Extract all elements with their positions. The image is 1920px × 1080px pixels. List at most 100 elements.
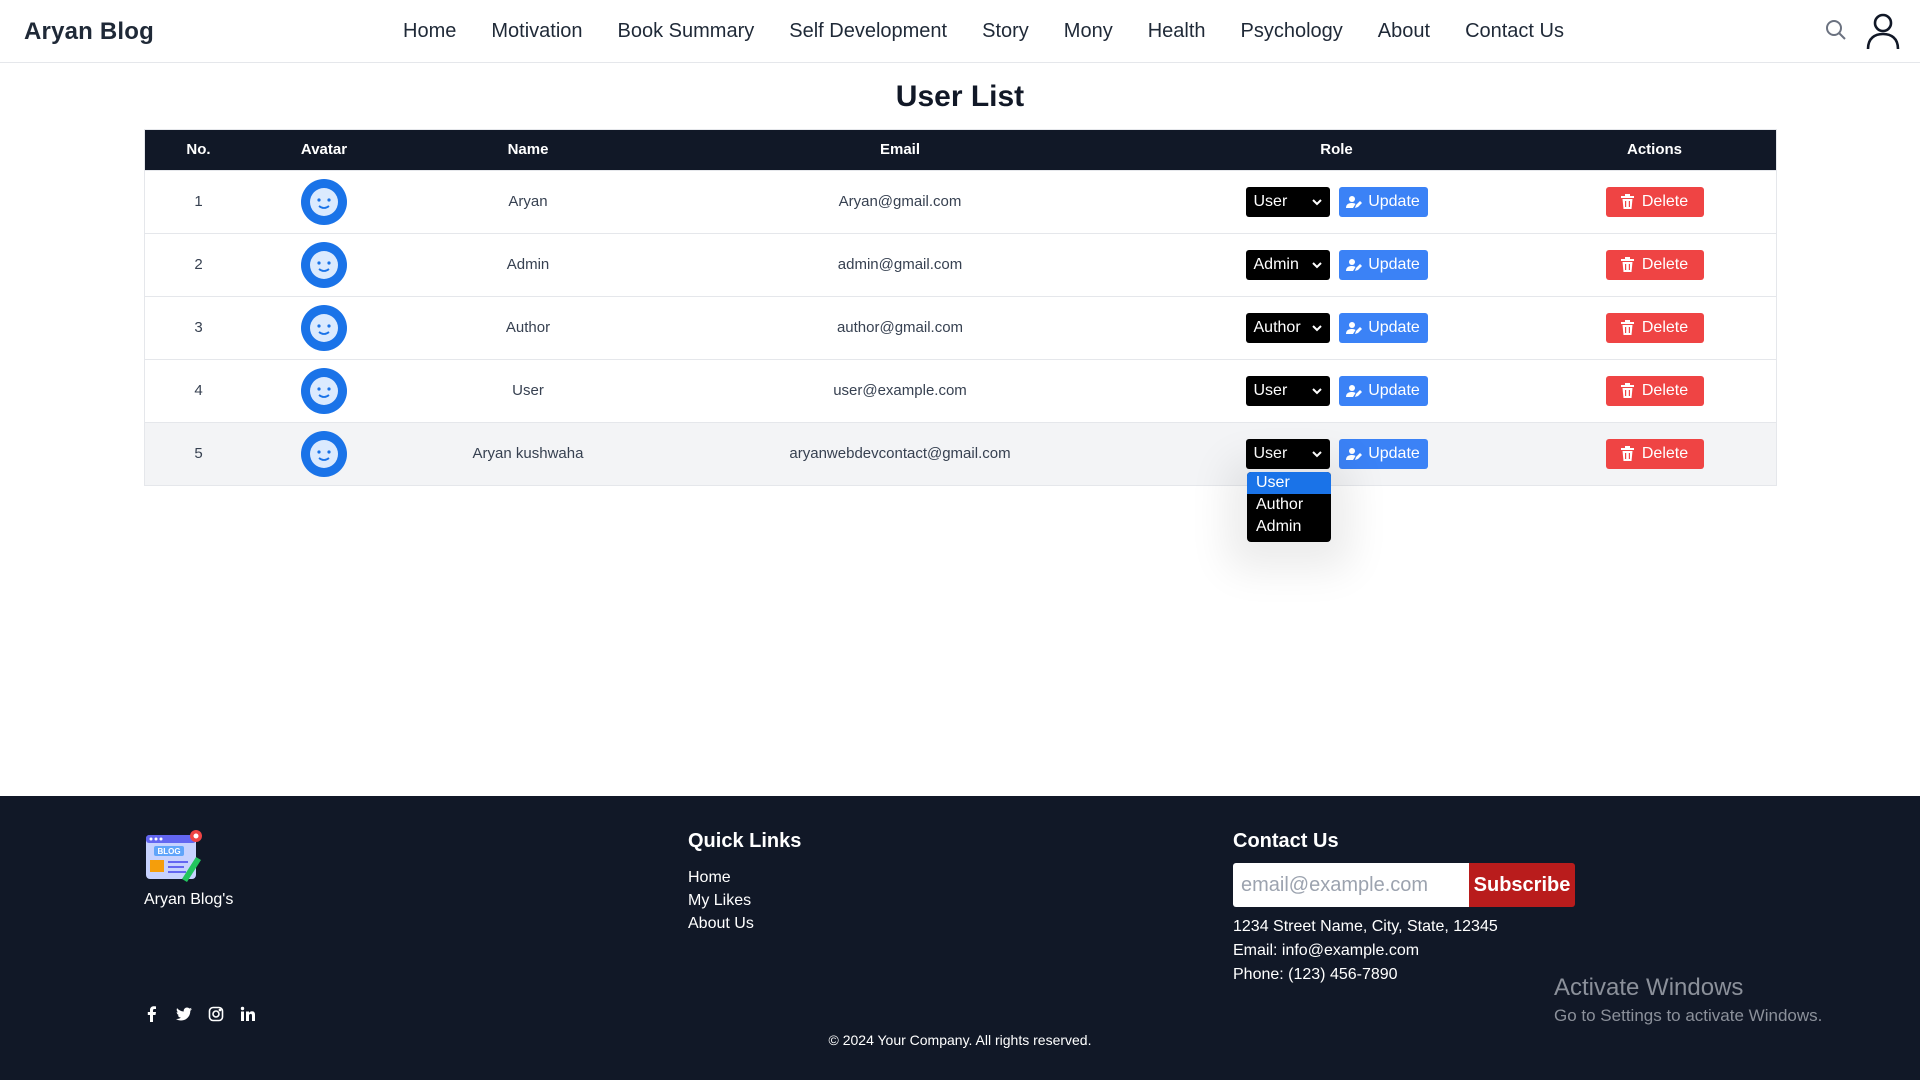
footer-link-my-likes[interactable]: My Likes [688, 889, 754, 912]
search-icon[interactable] [1824, 18, 1848, 42]
footer-link-home[interactable]: Home [688, 866, 754, 889]
delete-button[interactable]: Delete [1605, 375, 1704, 406]
footer-logo-text: Aryan Blog's [144, 891, 234, 908]
update-label: Update [1368, 255, 1420, 273]
role-dropdown-options: User Author Admin [1247, 472, 1331, 542]
nav-link-about[interactable]: About [1378, 20, 1430, 43]
chevron-down-icon [1311, 261, 1322, 268]
instagram-icon[interactable] [208, 1006, 224, 1022]
nav-link-health[interactable]: Health [1148, 20, 1206, 43]
blog-logo-icon: BLOG [146, 830, 202, 882]
facebook-icon[interactable] [144, 1006, 160, 1022]
trash-icon [1620, 446, 1634, 462]
user-email: Aryan@gmail.com [838, 193, 962, 210]
trash-icon [1620, 383, 1634, 398]
nav-link-book-summary[interactable]: Book Summary [618, 20, 755, 43]
header-role: Role [1320, 141, 1353, 159]
brand-logo-text[interactable]: Aryan Blog [24, 18, 154, 46]
contact-address: 1234 Street Name, City, State, 12345 [1233, 918, 1498, 935]
update-button[interactable]: Update [1338, 249, 1428, 280]
chevron-down-icon [1311, 387, 1322, 394]
update-button[interactable]: Update [1338, 312, 1428, 343]
header-actions: Actions [1626, 141, 1682, 159]
nav-link-contact-us[interactable]: Contact Us [1465, 20, 1564, 43]
role-select[interactable]: Admin [1245, 249, 1330, 280]
update-button[interactable]: Update [1338, 375, 1428, 406]
nav-link-home[interactable]: Home [403, 20, 456, 43]
user-edit-icon [1346, 195, 1363, 208]
avatar-icon [301, 367, 347, 414]
footer-link-about-us[interactable]: About Us [688, 912, 754, 935]
update-label: Update [1368, 381, 1420, 399]
role-option-author[interactable]: Author [1247, 494, 1331, 516]
table-row: 2 Admin admin@gmail.com Admin Update Del… [145, 233, 1776, 296]
row-number: 1 [194, 193, 203, 210]
delete-label: Delete [1641, 444, 1689, 462]
role-select[interactable]: User [1245, 186, 1330, 217]
windows-watermark-subtitle: Go to Settings to activate Windows. [1554, 1006, 1823, 1025]
update-label: Update [1368, 192, 1420, 210]
copyright-text: © 2024 Your Company. All rights reserved… [828, 1032, 1092, 1048]
user-edit-icon [1346, 258, 1363, 271]
twitter-icon[interactable] [176, 1006, 192, 1022]
contact-details: 1234 Street Name, City, State, 12345 Ema… [1233, 915, 1498, 987]
update-button[interactable]: Update [1338, 438, 1428, 469]
user-edit-icon [1346, 321, 1363, 334]
delete-button[interactable]: Delete [1605, 186, 1704, 217]
delete-label: Delete [1641, 255, 1689, 273]
user-edit-icon [1346, 384, 1363, 397]
avatar-icon [301, 178, 347, 225]
user-name: Aryan [508, 193, 548, 210]
subscribe-button[interactable]: Subscribe [1469, 863, 1575, 907]
nav-link-self-development[interactable]: Self Development [789, 20, 947, 43]
role-select-value: Admin [1253, 255, 1299, 273]
nav-link-mony[interactable]: Mony [1064, 20, 1113, 43]
windows-watermark-title: Activate Windows [1554, 974, 1744, 1001]
email-field[interactable]: email@example.com [1233, 863, 1469, 907]
row-number: 2 [194, 256, 203, 273]
user-edit-icon [1346, 447, 1363, 460]
role-select[interactable]: User [1245, 375, 1330, 406]
nav-link-psychology[interactable]: Psychology [1241, 20, 1343, 43]
contact-phone: Phone: (123) 456-7890 [1233, 966, 1398, 983]
user-name: User [512, 382, 544, 399]
page-title: User List [895, 80, 1025, 113]
contact-email: Email: info@example.com [1233, 942, 1420, 959]
user-email: user@example.com [833, 382, 967, 399]
trash-icon [1620, 194, 1634, 209]
footer: BLOG Aryan Blog's Quick Links Home My Li… [0, 796, 1920, 1080]
header-no: No. [186, 141, 211, 159]
update-button[interactable]: Update [1338, 186, 1428, 217]
header-name: Name [507, 141, 549, 159]
table-row: 5 Aryan kushwaha aryanwebdevcontact@gmai… [145, 422, 1776, 485]
user-email: aryanwebdevcontact@gmail.com [789, 445, 1011, 463]
role-select[interactable]: User [1245, 438, 1330, 469]
nav-links: Home Motivation Book Summary Self Develo… [403, 20, 1564, 43]
quick-links-list: Home My Likes About Us [688, 866, 754, 935]
row-number: 4 [194, 382, 203, 399]
delete-button[interactable]: Delete [1605, 312, 1704, 343]
delete-label: Delete [1641, 192, 1689, 210]
table-row: 1 Aryan Aryan@gmail.com User Update Dele… [145, 170, 1776, 233]
top-navbar: Aryan Blog Home Motivation Book Summary … [0, 0, 1920, 63]
role-option-user[interactable]: User [1247, 472, 1331, 494]
linkedin-icon[interactable] [240, 1006, 256, 1022]
avatar-icon [301, 241, 347, 288]
nav-link-story[interactable]: Story [982, 20, 1029, 43]
role-select-value: User [1253, 381, 1288, 399]
logo-lettering: BLOG [157, 847, 180, 856]
user-name: Aryan kushwaha [472, 445, 584, 463]
quick-links-title: Quick Links [688, 830, 802, 852]
user-email: author@gmail.com [836, 319, 964, 336]
avatar-icon [301, 430, 347, 477]
contact-title: Contact Us [1233, 830, 1339, 852]
role-option-admin[interactable]: Admin [1247, 516, 1331, 538]
user-icon[interactable] [1860, 8, 1906, 54]
update-label: Update [1368, 318, 1420, 336]
delete-button[interactable]: Delete [1605, 249, 1704, 280]
nav-link-motivation[interactable]: Motivation [491, 20, 582, 43]
update-label: Update [1368, 444, 1420, 462]
delete-button[interactable]: Delete [1605, 438, 1704, 469]
user-name: Admin [506, 256, 550, 273]
role-select[interactable]: Author [1245, 312, 1330, 343]
